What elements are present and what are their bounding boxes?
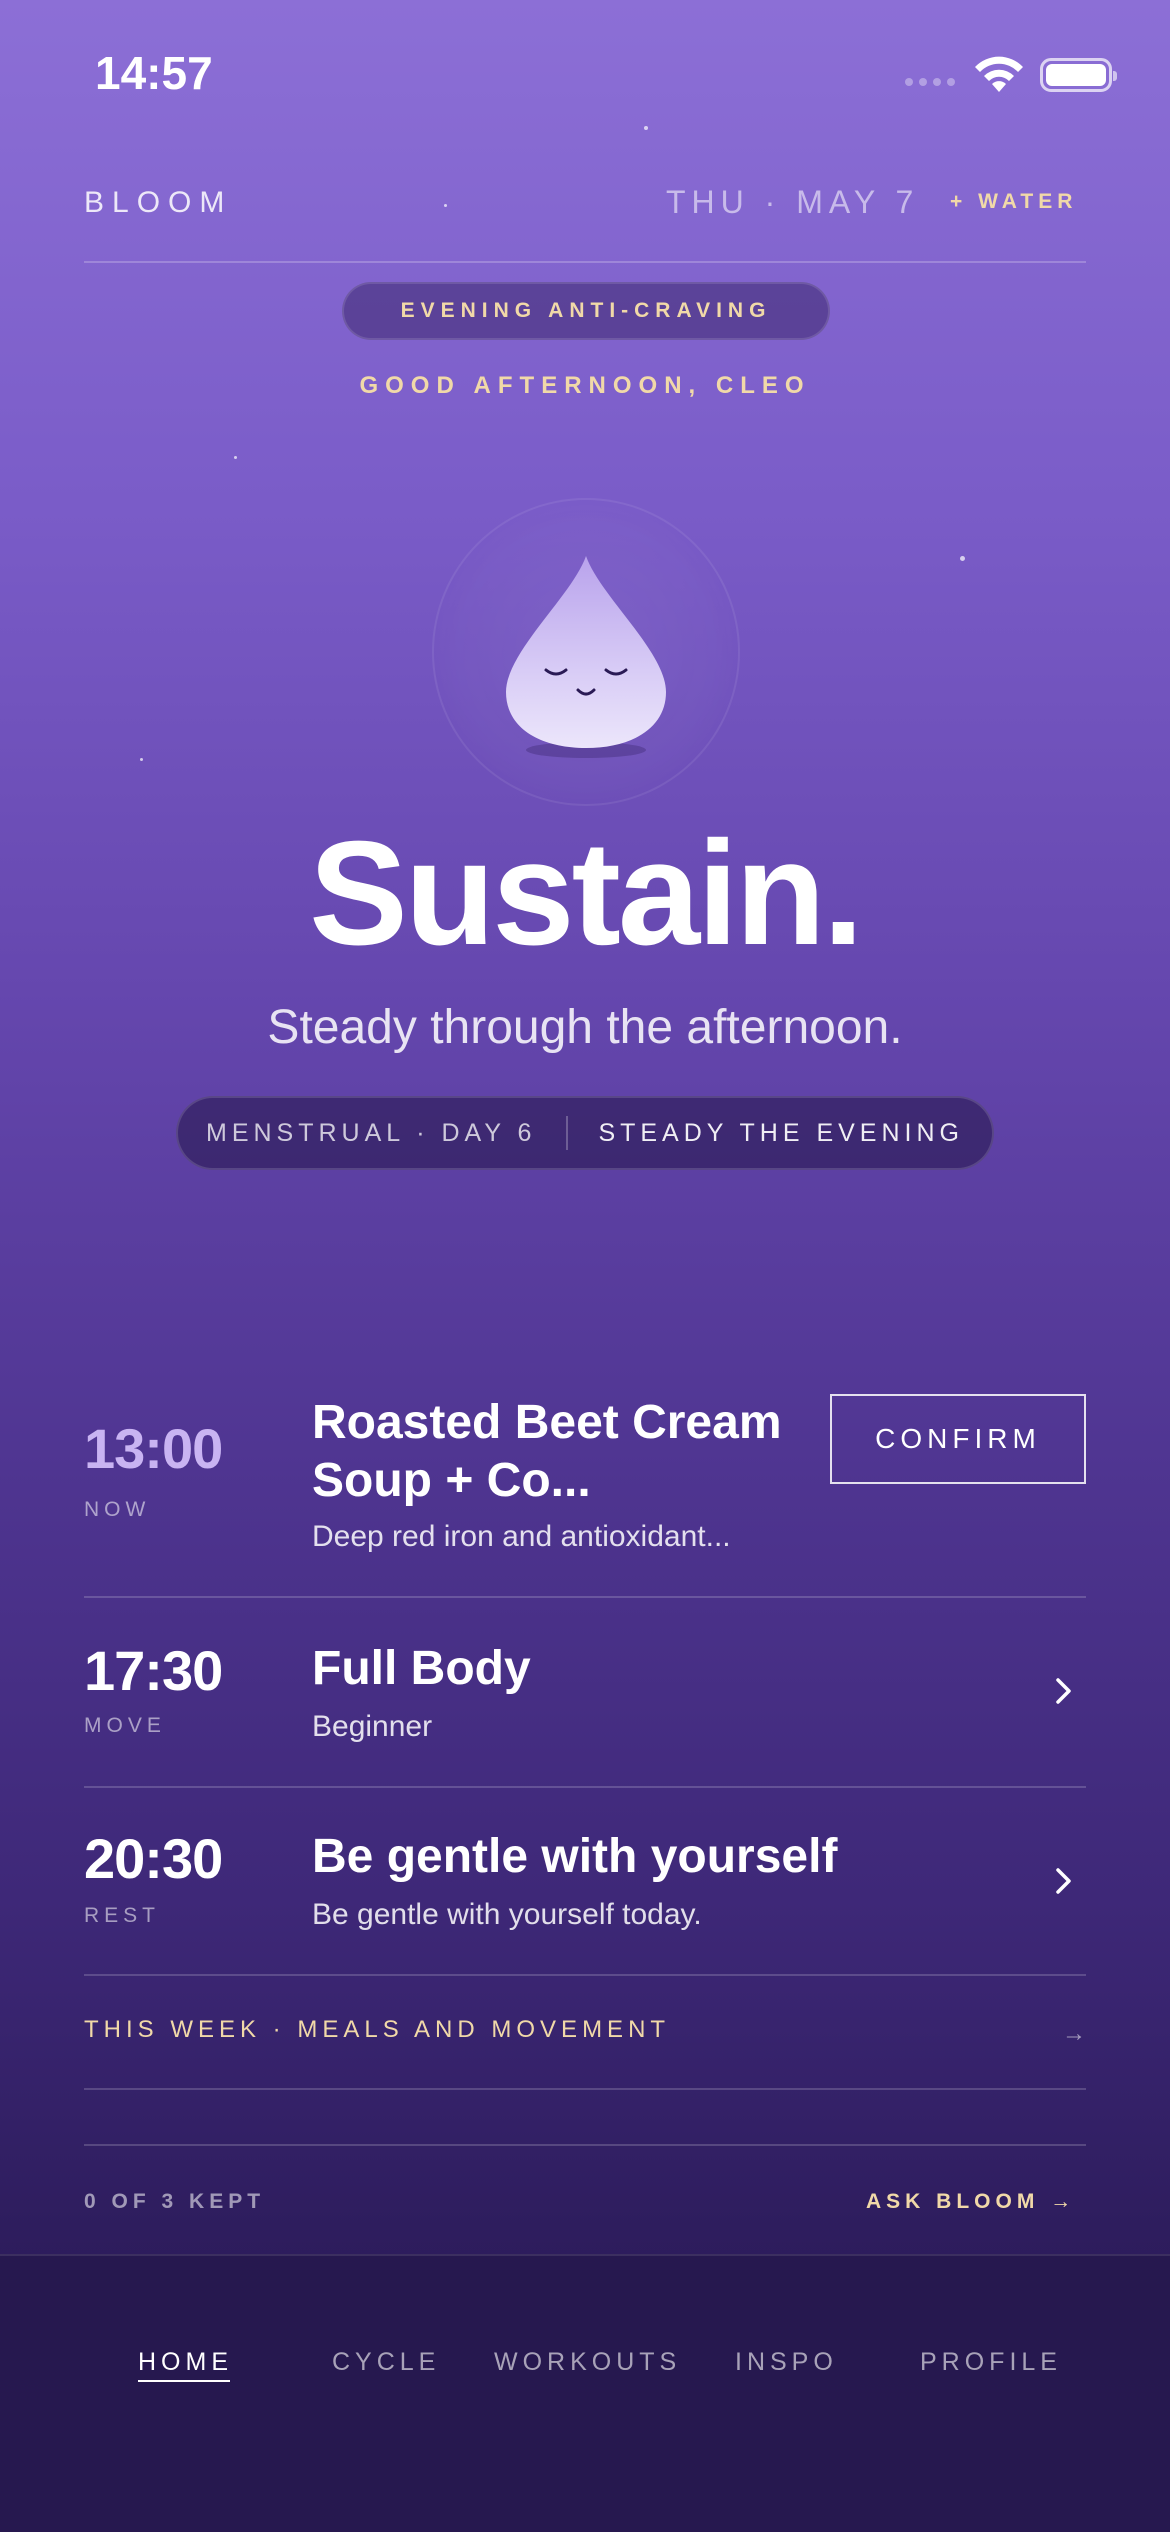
arrow-right-icon[interactable]: → bbox=[1062, 2020, 1086, 2048]
schedule-time: 17:30 bbox=[84, 1639, 223, 1702]
droplet-mascot-icon[interactable] bbox=[496, 552, 676, 762]
row-divider bbox=[84, 1786, 1086, 1788]
cycle-phase-pill[interactable]: MENSTRUAL · DAY 6 STEADY THE EVENING bbox=[176, 1096, 994, 1170]
kept-counter: 0 OF 3 KEPT bbox=[84, 2190, 266, 2213]
brand-logo-text: BLOOM bbox=[84, 186, 233, 219]
schedule-tag: REST bbox=[84, 1904, 161, 1927]
header-divider bbox=[84, 261, 1086, 263]
row-divider bbox=[84, 2088, 1086, 2090]
meal-title[interactable]: Roasted Beet Cream Soup + Co... bbox=[312, 1394, 782, 1510]
battery-icon bbox=[1040, 58, 1117, 92]
rest-description: Be gentle with yourself today. bbox=[312, 1898, 702, 1931]
tab-bar bbox=[0, 2254, 1170, 2532]
schedule-time: 13:00 bbox=[84, 1417, 223, 1480]
hero-title: Sustain. bbox=[309, 811, 864, 976]
row-divider bbox=[84, 1974, 1086, 1976]
cycle-phase-label: MENSTRUAL · DAY 6 bbox=[206, 1118, 537, 1147]
tab-cycle[interactable]: CYCLE bbox=[332, 2348, 440, 2377]
schedule-tag: NOW bbox=[84, 1498, 151, 1521]
schedule-time: 20:30 bbox=[84, 1827, 223, 1890]
workout-title[interactable]: Full Body bbox=[312, 1640, 782, 1698]
hero-subtitle: Steady through the afternoon. bbox=[267, 1001, 903, 1054]
active-tab-indicator bbox=[138, 2380, 230, 2382]
this-week-link[interactable]: THIS WEEK · MEALS AND MOVEMENT bbox=[84, 2016, 670, 2044]
confirm-button[interactable]: CONFIRM bbox=[830, 1394, 1086, 1484]
rest-title[interactable]: Be gentle with yourself bbox=[312, 1828, 1012, 1886]
schedule-tag: MOVE bbox=[84, 1714, 166, 1737]
star-decoration bbox=[960, 556, 965, 561]
chevron-right-icon[interactable] bbox=[1052, 1674, 1076, 1708]
star-decoration bbox=[140, 758, 143, 761]
wifi-icon bbox=[975, 56, 1023, 92]
greeting-text: GOOD AFTERNOON, CLEO bbox=[359, 372, 811, 399]
pill-separator bbox=[566, 1116, 569, 1150]
add-water-button[interactable]: + WATER bbox=[950, 190, 1077, 214]
status-time: 14:57 bbox=[95, 47, 213, 99]
cellular-signal-icon bbox=[905, 78, 955, 86]
meal-description: Deep red iron and antioxidant... bbox=[312, 1520, 731, 1553]
star-decoration bbox=[444, 204, 447, 207]
phase-goal-label: STEADY THE EVENING bbox=[598, 1118, 964, 1147]
row-divider bbox=[84, 2144, 1086, 2146]
mode-badge: EVENING ANTI-CRAVING bbox=[342, 282, 830, 340]
tab-workouts[interactable]: WORKOUTS bbox=[494, 2348, 681, 2377]
star-decoration bbox=[644, 126, 648, 130]
row-divider bbox=[84, 1596, 1086, 1598]
workout-level: Beginner bbox=[312, 1710, 433, 1743]
tab-home[interactable]: HOME bbox=[138, 2348, 233, 2377]
star-decoration bbox=[234, 456, 237, 459]
tab-inspo[interactable]: INSPO bbox=[735, 2348, 838, 2377]
current-date: THU · MAY 7 bbox=[666, 184, 920, 220]
chevron-right-icon[interactable] bbox=[1052, 1864, 1076, 1898]
ask-bloom-link[interactable]: ASK BLOOM → bbox=[866, 2190, 1076, 2214]
tab-profile[interactable]: PROFILE bbox=[920, 2348, 1062, 2377]
